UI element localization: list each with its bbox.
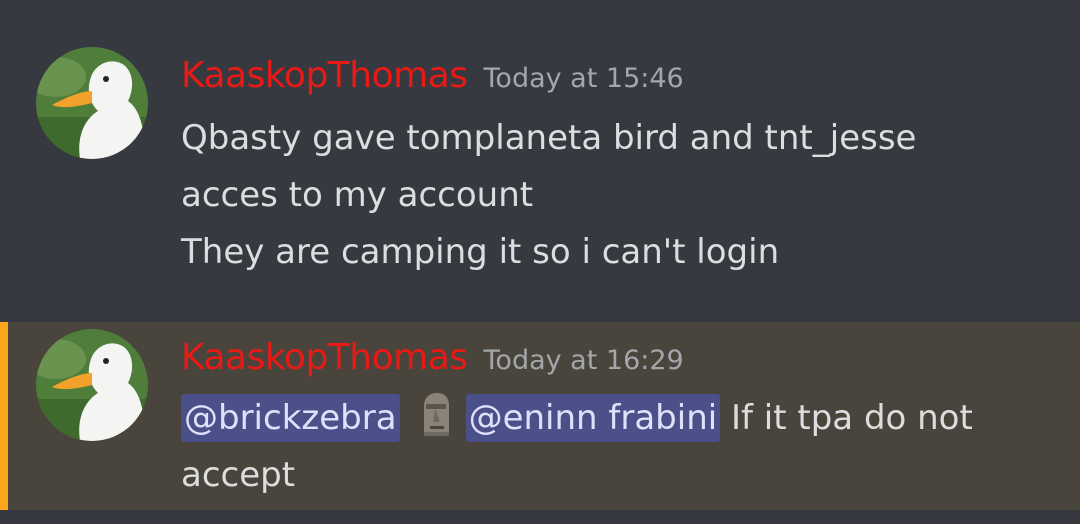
user-avatar[interactable] <box>36 47 148 159</box>
duck-avatar-icon <box>36 329 148 441</box>
message-line: accept <box>181 455 296 495</box>
message-line: acces to my account <box>181 175 534 215</box>
username[interactable]: KaaskopThomas <box>181 55 468 96</box>
duck-avatar-icon <box>36 47 148 159</box>
chat-message-highlighted: KaaskopThomas Today at 16:29 @brickzebra @… <box>0 322 1080 510</box>
chat-log: KaaskopThomas Today at 15:46 Qbasty gave … <box>0 0 1080 524</box>
user-avatar[interactable] <box>36 329 148 441</box>
mention-highlight-bar <box>0 322 8 510</box>
chat-message: KaaskopThomas Today at 15:46 Qbasty gave … <box>0 0 1080 322</box>
user-mention[interactable]: @brickzebra <box>181 394 400 442</box>
moai-emoji-icon <box>416 392 454 438</box>
user-mention[interactable]: @eninn frabini <box>465 394 721 442</box>
message-line: @brickzebra @eninn frabini If it tpa do n… <box>181 390 1061 447</box>
message-line: Qbasty gave tomplaneta bird and tnt_jess… <box>181 118 917 158</box>
message-line: They are camping it so i can't login <box>181 232 780 272</box>
timestamp: Today at 16:29 <box>483 345 684 376</box>
message-content: @brickzebra @eninn frabini If it tpa do n… <box>181 390 1061 504</box>
message-header: KaaskopThomas Today at 16:29 <box>181 337 684 378</box>
message-content: Qbasty gave tomplaneta bird and tnt_jess… <box>181 110 1061 281</box>
message-header: KaaskopThomas Today at 15:46 <box>181 55 684 96</box>
bottom-strip <box>0 510 1080 524</box>
message-text: If it tpa do not <box>720 398 973 438</box>
username[interactable]: KaaskopThomas <box>181 337 468 378</box>
timestamp: Today at 15:46 <box>483 63 684 94</box>
